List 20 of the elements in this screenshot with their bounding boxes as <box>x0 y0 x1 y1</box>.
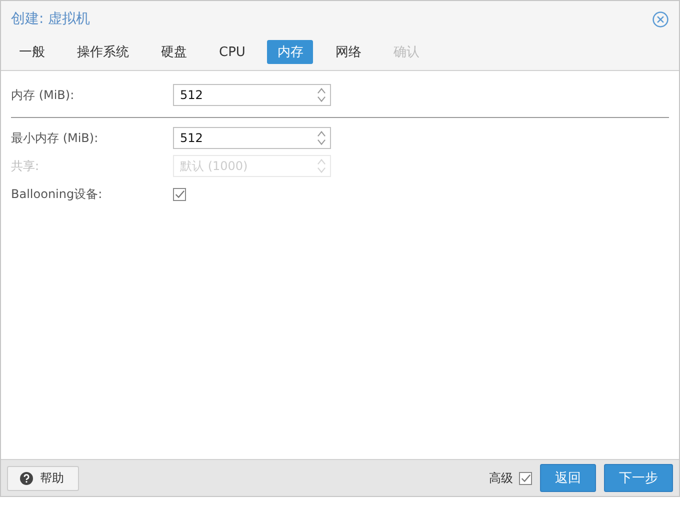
tab[interactable]: 操作系统 <box>67 40 139 64</box>
spinner-arrows-icon[interactable] <box>317 87 326 103</box>
tab[interactable]: 一般 <box>9 40 55 64</box>
tab[interactable]: CPU <box>209 40 256 64</box>
field-label: 共享: <box>11 158 40 174</box>
field-label: Ballooning设备: <box>11 186 104 202</box>
number-field[interactable]: 512 <box>173 84 331 106</box>
number-field[interactable]: 512 <box>173 127 331 149</box>
close-icon[interactable] <box>652 10 669 28</box>
checkbox[interactable] <box>173 188 186 200</box>
tab[interactable]: 网络 <box>325 40 372 64</box>
field-label: 最小内存 (MiB): <box>11 130 100 146</box>
checkbox[interactable] <box>519 472 532 484</box>
window-title: 创建: 虚拟机 <box>11 10 90 28</box>
field-label: 内存 (MiB): <box>11 86 76 104</box>
spinner-arrows-icon[interactable] <box>317 130 326 146</box>
help-icon <box>20 472 33 484</box>
advanced-label: 高级 <box>489 470 513 486</box>
tab[interactable]: 硬盘 <box>151 40 197 64</box>
help-button[interactable]: 帮助 <box>7 466 79 490</box>
